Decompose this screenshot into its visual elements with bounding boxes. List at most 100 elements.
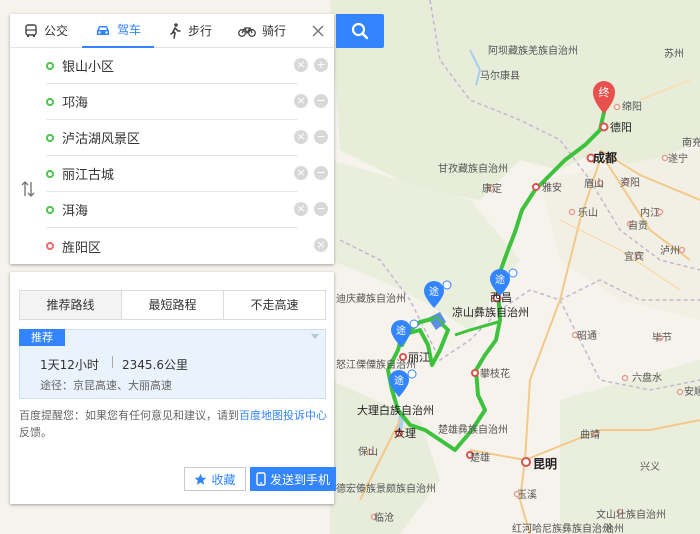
via-dot-icon	[46, 133, 54, 142]
favorite-button[interactable]: 收藏	[184, 467, 246, 491]
map-label: 甘孜藏族自治州	[438, 162, 508, 175]
phone-icon	[256, 472, 266, 486]
star-icon	[195, 473, 207, 485]
tab-label: 公交	[43, 24, 68, 38]
collapse-icon[interactable]	[311, 334, 319, 339]
car-icon	[96, 25, 109, 35]
search-button[interactable]	[336, 14, 384, 48]
clear-icon[interactable]: ×	[294, 58, 308, 72]
map-label: 苏州	[664, 47, 684, 60]
map-label: 保山	[358, 445, 378, 458]
tab-label: 步行	[187, 24, 212, 38]
map-label: 德阳	[610, 120, 632, 134]
map-label: 曲靖	[580, 428, 600, 441]
tab-shortest[interactable]: 最短路程	[122, 291, 224, 319]
map-label: 南充	[682, 136, 700, 149]
end-dot-icon	[46, 242, 54, 250]
map-label: 德宏傣族景颇族自治州	[336, 482, 436, 495]
walk-icon	[170, 22, 181, 39]
tab-drive[interactable]: 驾车	[82, 14, 154, 48]
clear-icon[interactable]: ×	[294, 130, 308, 144]
map-label: 攀枝花	[480, 367, 510, 380]
complaint-center-link[interactable]: 百度地图投诉中心	[239, 409, 327, 422]
stop-row[interactable]: 洱海 × −	[46, 192, 328, 228]
stop-name[interactable]: 泸沽湖风景区	[62, 128, 140, 147]
map-label: 怒江傈僳族自治州	[336, 358, 416, 371]
map-label: 文山壮族自治州	[596, 508, 666, 521]
map-label: 雅安	[542, 181, 562, 194]
close-icon[interactable]	[310, 23, 326, 39]
map-label: 六盘水	[632, 371, 662, 384]
tab-no-highway[interactable]: 不走高速	[224, 291, 325, 319]
travel-mode-tabs: 公交 驾车 步行 骑行	[10, 14, 334, 48]
tab-walk[interactable]: 步行	[154, 14, 226, 48]
stop-row[interactable]: 银山小区 × +	[46, 48, 328, 84]
swap-icon[interactable]	[20, 180, 36, 198]
clear-icon[interactable]: ×	[294, 166, 308, 180]
stop-row[interactable]: 邛海 × −	[46, 84, 328, 120]
via-dot-icon	[46, 205, 54, 214]
remove-icon[interactable]: −	[314, 166, 328, 180]
divider	[112, 356, 113, 368]
map-label: 马尔康县	[480, 69, 520, 82]
map-label: 治州	[604, 522, 624, 534]
stop-name[interactable]: 洱海	[62, 200, 88, 219]
map-label: 泸州	[660, 245, 680, 257]
map-label: 阿坝藏族羌族自治州	[488, 44, 578, 57]
map-label: 绵阳	[622, 100, 642, 113]
map-label: 昆明	[533, 457, 557, 471]
tab-recommended[interactable]: 推荐路线	[20, 291, 122, 319]
route-time: 1天12小时	[40, 358, 99, 372]
map-label: 康定	[482, 182, 502, 195]
route-distance: 2345.6公里	[122, 358, 188, 372]
tab-bike[interactable]: 骑行	[226, 14, 298, 48]
feedback-notice: 百度提醒您：如果您有任何意见和建议，请到百度地图投诉中心反馈。	[19, 407, 329, 441]
send-to-phone-button[interactable]: 发送到手机	[250, 467, 336, 491]
map-label: 毕节	[652, 331, 672, 344]
map-label: 大理	[394, 426, 416, 440]
favorite-label: 收藏	[211, 472, 236, 487]
map-label: 楚雄彝族自治州	[438, 423, 508, 436]
map-label: 遂宁	[668, 152, 688, 165]
stop-name[interactable]: 旌阳区	[62, 237, 101, 256]
tab-label: 骑行	[261, 24, 286, 38]
clear-icon[interactable]: ×	[294, 94, 308, 108]
add-icon[interactable]: +	[314, 58, 328, 72]
map-label: 内江	[640, 206, 660, 219]
stop-row[interactable]: 泸沽湖风景区 × −	[46, 120, 328, 156]
clear-icon[interactable]: ×	[314, 238, 328, 252]
map-label: 成都	[593, 150, 617, 165]
route-result-panel: 推荐路线 最短路程 不走高速 推荐 1天12小时 2345.6公里 途径：京昆高…	[10, 272, 336, 504]
stop-name[interactable]: 丽江古城	[62, 164, 114, 183]
stop-name[interactable]: 邛海	[62, 92, 88, 111]
via-dot-icon	[46, 169, 54, 178]
remove-icon[interactable]: −	[314, 94, 328, 108]
route-via: 途径：京昆高速、大丽高速	[40, 379, 172, 392]
tab-bus[interactable]: 公交	[10, 14, 82, 48]
route-card[interactable]: 推荐 1天12小时 2345.6公里 途径：京昆高速、大丽高速	[19, 329, 326, 399]
map-label: 安顺	[684, 385, 700, 398]
map-label: 宜宾	[624, 250, 644, 263]
stop-row[interactable]: 丽江古城 × −	[46, 156, 328, 192]
map-label: 丽江	[408, 351, 430, 364]
via-marker-label: 途	[495, 273, 505, 286]
search-icon	[351, 22, 369, 40]
via-marker-label: 途	[394, 374, 404, 387]
stop-name[interactable]: 银山小区	[62, 56, 114, 75]
map-label: 昭通	[577, 330, 597, 342]
map-label: 自贡	[628, 219, 648, 232]
stop-row[interactable]: 旌阳区 ×	[46, 228, 328, 264]
remove-icon[interactable]: −	[314, 130, 328, 144]
clear-icon[interactable]: ×	[294, 202, 308, 216]
tab-label: 驾车	[116, 23, 141, 37]
map-label: 兴义	[640, 461, 660, 473]
map-label: 大理白族自治州	[357, 403, 434, 417]
end-marker-label: 终	[599, 85, 610, 99]
remove-icon[interactable]: −	[314, 202, 328, 216]
map-label: 资阳	[620, 177, 640, 189]
via-marker-label: 途	[429, 285, 439, 298]
start-dot-icon	[46, 61, 54, 70]
bus-icon	[25, 23, 37, 37]
map-label: 迪庆藏族自治州	[336, 292, 406, 305]
recommend-badge: 推荐	[19, 329, 65, 346]
